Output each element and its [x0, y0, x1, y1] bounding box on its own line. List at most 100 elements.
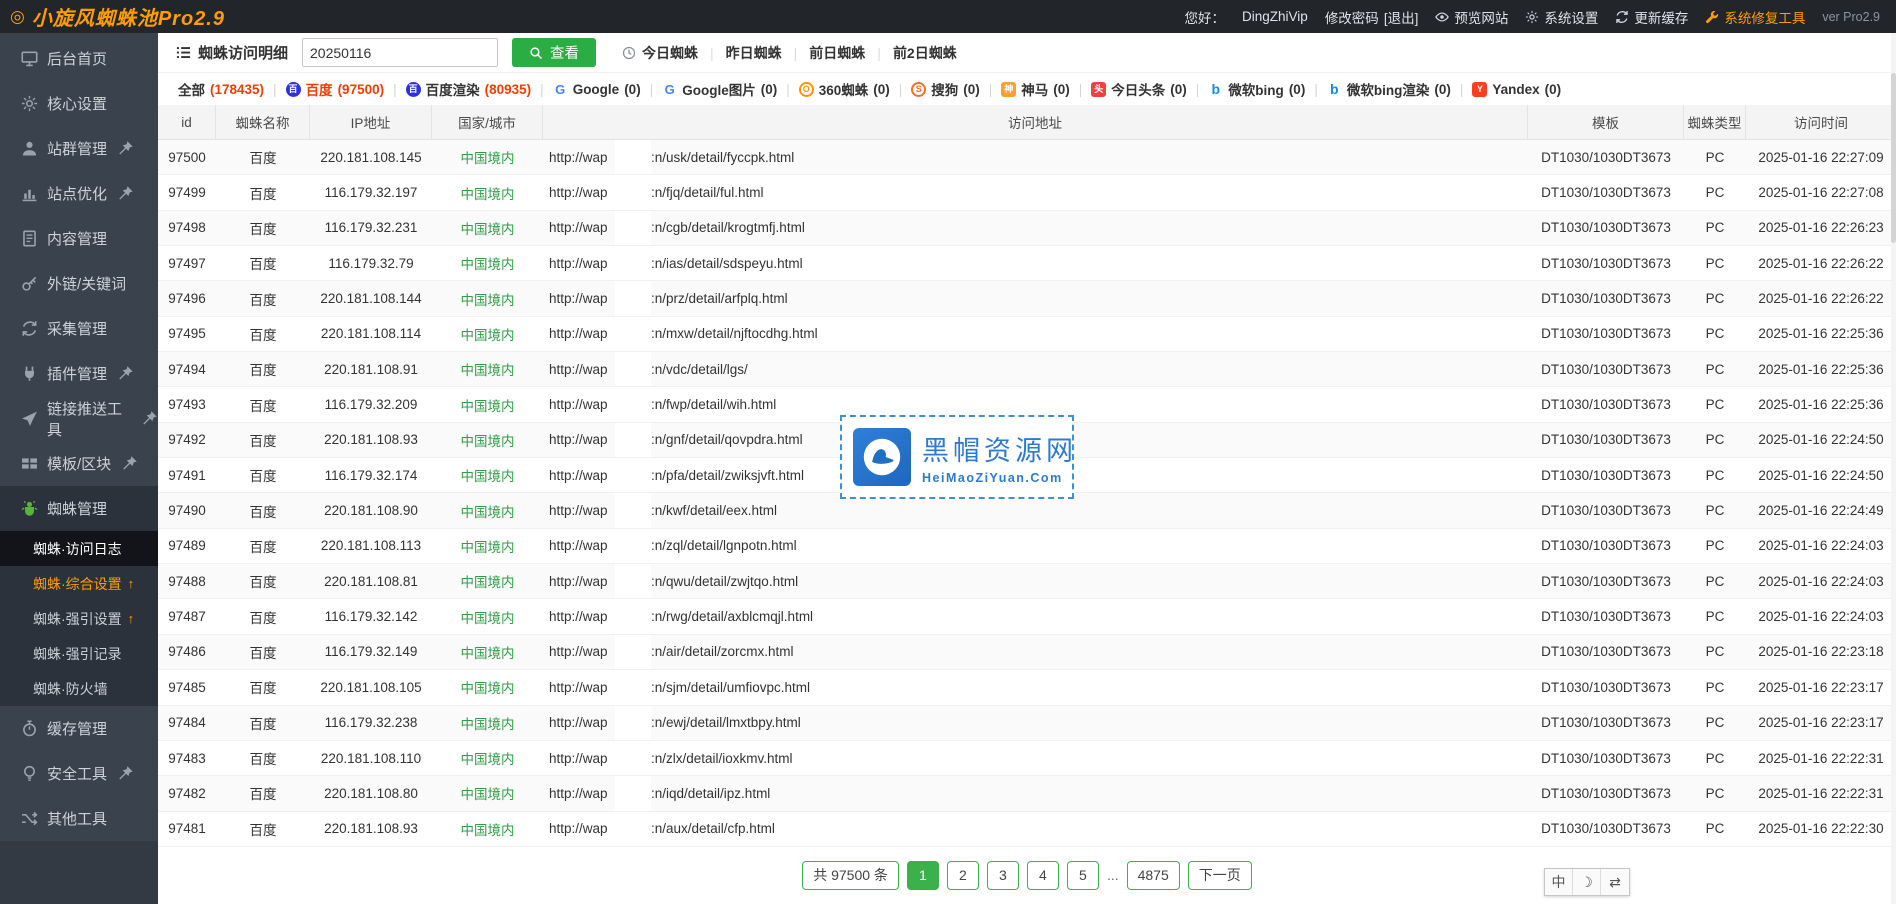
redaction-overlay — [615, 387, 651, 421]
cell-国家/城市: 中国境内 — [432, 352, 543, 386]
sidebar-item-chart[interactable]: 站点优化 — [0, 171, 158, 216]
sidebar-subitem[interactable]: 蜘蛛·防火墙 — [0, 671, 158, 706]
scrollbar-track[interactable] — [1891, 33, 1896, 904]
filter-baidu[interactable]: 百百度渲染(80935) — [406, 79, 532, 99]
sidebar-item-key[interactable]: 外链/关键词 — [0, 261, 158, 306]
sidebar-item-bulb[interactable]: 安全工具 — [0, 751, 158, 796]
filter-google[interactable]: GGoogle图片(0) — [662, 79, 777, 99]
sidebar-item-send[interactable]: 链接推送工具 — [0, 396, 158, 441]
cell-国家/城市: 中国境内 — [432, 564, 543, 598]
page-button-2[interactable]: 2 — [947, 861, 979, 890]
filter-toutiao[interactable]: 头今日头条(0) — [1091, 79, 1187, 99]
cell-蜘蛛类型: PC — [1684, 635, 1746, 669]
filter-360[interactable]: O360蜘蛛(0) — [799, 79, 890, 99]
filter-bing[interactable]: b微软bing渲染(0) — [1327, 79, 1451, 99]
system-settings-link[interactable]: 系统设置 — [1525, 7, 1598, 27]
top-header: ◎ 小旋风蜘蛛池Pro2.9 您好： DingZhiVip 修改密码 [退出] … — [0, 0, 1896, 33]
cell-蜘蛛类型: PC — [1684, 387, 1746, 421]
spider-log-table: id蜘蛛名称IP地址国家/城市访问地址模板蜘蛛类型访问时间 97500百度220… — [158, 105, 1896, 847]
page-button-4[interactable]: 4 — [1027, 861, 1059, 890]
sidebar-item-shuffle[interactable]: 其他工具 — [0, 796, 158, 841]
table-row[interactable]: 97499百度116.179.32.197中国境内http://wap:n/fj… — [158, 175, 1896, 210]
table-row[interactable]: 97489百度220.181.108.113中国境内http://wap:n/z… — [158, 529, 1896, 564]
table-row[interactable]: 97485百度220.181.108.105中国境内http://wap:n/s… — [158, 670, 1896, 705]
table-row[interactable]: 97498百度116.179.32.231中国境内http://wap:n/cg… — [158, 211, 1896, 246]
filter-shenma[interactable]: 神神马(0) — [1001, 79, 1070, 99]
cell-模板: DT1030/1030DT3673 — [1528, 741, 1684, 775]
filter-google[interactable]: GGoogle(0) — [553, 82, 641, 97]
change-password-link[interactable]: 修改密码 — [1325, 7, 1379, 27]
url-suffix: :n/vdc/detail/lgs/ — [651, 362, 748, 377]
table-row[interactable]: 97495百度220.181.108.114中国境内http://wap:n/m… — [158, 317, 1896, 352]
table-row[interactable]: 97496百度220.181.108.144中国境内http://wap:n/p… — [158, 281, 1896, 316]
quick-link[interactable]: 今日蜘蛛 — [622, 43, 698, 63]
ime-toolbar[interactable]: 中☽⇄ — [1544, 868, 1630, 896]
sidebar-item-user[interactable]: 站群管理 — [0, 126, 158, 171]
filter-sogou[interactable]: S搜狗(0) — [911, 79, 980, 99]
table-row[interactable]: 97483百度220.181.108.110中国境内http://wap:n/z… — [158, 741, 1896, 776]
cell-IP地址: 220.181.108.145 — [310, 140, 432, 174]
url-prefix: http://wap — [549, 397, 608, 412]
update-cache-link[interactable]: 更新缓存 — [1615, 7, 1688, 27]
date-input[interactable] — [310, 45, 491, 61]
quick-link[interactable]: 前2日蜘蛛 — [893, 43, 957, 63]
sidebar-item-gear[interactable]: 核心设置 — [0, 81, 158, 126]
sidebar-item-grid[interactable]: 模板/区块 — [0, 441, 158, 486]
filter-baidu[interactable]: 百百度(97500) — [286, 79, 385, 99]
document-icon — [21, 230, 38, 247]
column-header-5: 模板 — [1528, 105, 1684, 139]
spider-icon — [21, 500, 38, 517]
timer-icon — [21, 720, 38, 737]
url-prefix: http://wap — [549, 821, 608, 836]
sidebar-item-plug[interactable]: 插件管理 — [0, 351, 158, 396]
separator: | — [1196, 82, 1200, 97]
table-row[interactable]: 97494百度220.181.108.91中国境内http://wap:n/vd… — [158, 352, 1896, 387]
table-row[interactable]: 97484百度116.179.32.238中国境内http://wap:n/ew… — [158, 706, 1896, 741]
redaction-overlay — [615, 211, 651, 245]
view-button[interactable]: 查看 — [512, 38, 596, 67]
ime-key-0[interactable]: 中 — [1545, 869, 1573, 895]
sidebar-subitem[interactable]: 蜘蛛·强引记录 — [0, 636, 158, 671]
page-button-last[interactable]: 4875 — [1127, 861, 1180, 890]
filter-all[interactable]: 全部(178435) — [178, 79, 264, 99]
table-row[interactable]: 97482百度220.181.108.80中国境内http://wap:n/iq… — [158, 776, 1896, 811]
filter-bing[interactable]: b微软bing(0) — [1208, 79, 1305, 99]
sidebar-item-spider[interactable]: 蜘蛛管理 — [0, 486, 158, 531]
quick-link[interactable]: 前日蜘蛛 — [809, 43, 865, 63]
page-button-3[interactable]: 3 — [987, 861, 1019, 890]
sidebar-subitem[interactable]: 蜘蛛·综合设置↑ — [0, 566, 158, 601]
table-row[interactable]: 97486百度116.179.32.149中国境内http://wap:n/ai… — [158, 635, 1896, 670]
quick-link[interactable]: 昨日蜘蛛 — [726, 43, 782, 63]
table-row[interactable]: 97487百度116.179.32.142中国境内http://wap:n/rw… — [158, 599, 1896, 634]
page-button-5[interactable]: 5 — [1067, 861, 1099, 890]
cell-国家/城市: 中国境内 — [432, 140, 543, 174]
watermark-title: 黑帽资源网 — [922, 429, 1077, 468]
filter-label: 微软bing渲染 — [1347, 79, 1430, 99]
ime-key-2[interactable]: ⇄ — [1601, 869, 1629, 895]
sidebar-item-sync[interactable]: 采集管理 — [0, 306, 158, 351]
repair-tool-link[interactable]: 系统修复工具 — [1705, 7, 1805, 27]
redaction-overlay — [615, 741, 651, 775]
sidebar-item-document[interactable]: 内容管理 — [0, 216, 158, 261]
sidebar-subitem[interactable]: 蜘蛛·访问日志 — [0, 531, 158, 566]
preview-site-link[interactable]: 预览网站 — [1435, 7, 1508, 27]
table-row[interactable]: 97500百度220.181.108.145中国境内http://wap:n/u… — [158, 140, 1896, 175]
sidebar-item-timer[interactable]: 缓存管理 — [0, 706, 158, 751]
ime-key-1[interactable]: ☽ — [1573, 869, 1601, 895]
next-page-button[interactable]: 下一页 — [1188, 861, 1252, 890]
sidebar-subitem[interactable]: 蜘蛛·强引设置↑ — [0, 601, 158, 636]
page-button-1[interactable]: 1 — [907, 861, 939, 890]
table-row[interactable]: 97488百度220.181.108.81中国境内http://wap:n/qw… — [158, 564, 1896, 599]
filter-yandex[interactable]: YYandex(0) — [1472, 82, 1561, 97]
logout-link[interactable]: [退出] — [1384, 7, 1419, 27]
scrollbar-thumb[interactable] — [1891, 73, 1896, 243]
table-row[interactable]: 97497百度116.179.32.79中国境内http://wap:n/ias… — [158, 246, 1896, 281]
pin-icon — [117, 765, 134, 782]
preview-site-label: 预览网站 — [1454, 7, 1508, 27]
table-header: id蜘蛛名称IP地址国家/城市访问地址模板蜘蛛类型访问时间 — [158, 105, 1896, 140]
toutiao-icon: 头 — [1091, 82, 1106, 97]
cell-蜘蛛类型: PC — [1684, 741, 1746, 775]
pagination-total: 共 97500 条 — [802, 861, 899, 890]
table-row[interactable]: 97481百度220.181.108.93中国境内http://wap:n/au… — [158, 812, 1896, 847]
sidebar-item-monitor[interactable]: 后台首页 — [0, 36, 158, 81]
